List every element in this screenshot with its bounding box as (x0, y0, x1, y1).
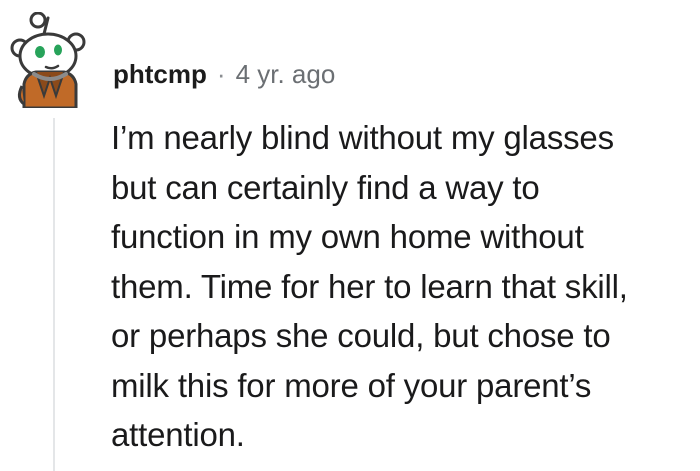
comment: phtcmp · 4 yr. ago I’m nearly blind with… (0, 0, 700, 471)
snoo-avatar-icon[interactable] (6, 11, 96, 110)
comment-line: attention. (111, 416, 245, 453)
thread-line[interactable] (53, 118, 55, 471)
comment-line: but can certainly find a way to (111, 168, 540, 206)
comment-line: them. Time for her to learn that skill, (111, 267, 628, 305)
comment-line: or perhaps she could, but chose to (111, 317, 611, 354)
comment-meta: phtcmp · 4 yr. ago (113, 58, 335, 90)
comment-line: I’m nearly blind without my glasses (111, 119, 614, 156)
username-link[interactable]: phtcmp (113, 58, 207, 90)
comment-line: milk this for more of your parent’s (111, 366, 592, 404)
meta-separator: · (216, 59, 226, 89)
comment-body: I’m nearly blind without my glasses but … (111, 113, 697, 460)
timestamp[interactable]: 4 yr. ago (236, 58, 336, 90)
comment-line: function in my own home without (111, 218, 584, 255)
